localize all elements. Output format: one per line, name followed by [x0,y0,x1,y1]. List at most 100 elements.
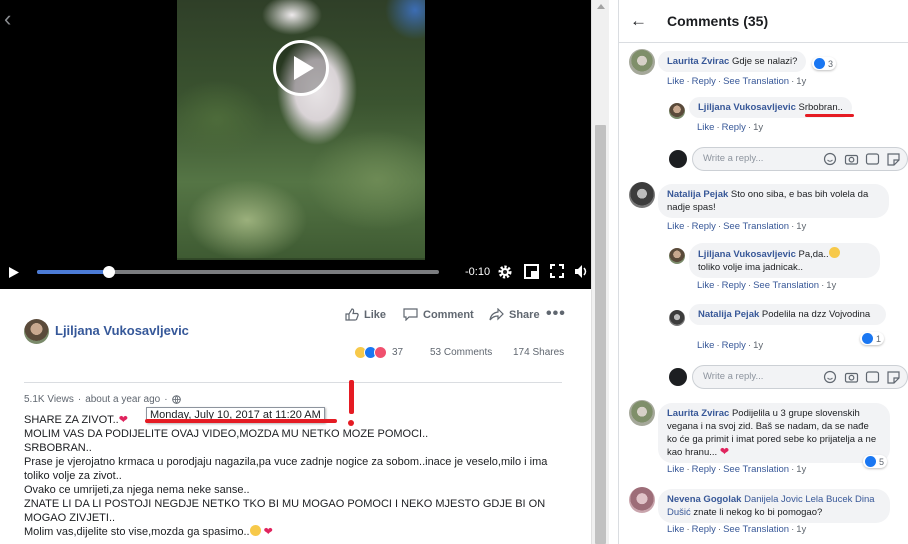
post-meta: 5.1K Views · about a year ago · [24,394,181,405]
avatar[interactable] [629,49,655,75]
comment-like-count[interactable]: 3 [812,57,837,70]
commenter-name[interactable]: Laurita Zvirac [667,56,729,67]
shares-count[interactable]: 174 Shares [513,347,564,358]
time-remaining: -0:10 [465,266,491,278]
reply-placeholder: Write a reply... [703,153,764,164]
emoji-icon[interactable] [823,370,838,384]
see-translation-link[interactable]: See Translation [723,76,789,87]
reply-bubble: Ljiljana Vukosavljevic Pa,da.. toliko vo… [689,243,880,278]
comment-like-count[interactable]: 5 [863,455,888,468]
progress-bar[interactable] [37,266,439,278]
commenter-name[interactable]: Natalija Pejak [667,189,728,200]
comments-count[interactable]: 53 Comments [430,347,492,358]
like-link[interactable]: Like [667,524,684,535]
reply-link[interactable]: Reply [692,464,716,475]
scrollbar[interactable] [591,0,609,544]
settings-icon[interactable] [497,264,513,280]
screen: ‹ -0:10 Ljiljana Vukosavljevic Like Comm… [0,0,908,544]
avatar[interactable] [629,400,655,426]
comment-text: toliko volje ima jadnicak.. [698,262,804,273]
share-icon [489,308,504,321]
post-timestamp[interactable]: about a year ago [85,394,160,405]
commenter-name[interactable]: Laurita Zvirac [667,408,729,419]
volume-icon[interactable] [574,264,590,279]
progress-handle[interactable] [103,266,116,278]
like-reaction-icon [814,58,825,69]
video-frame [177,0,425,260]
comment-actions: Like · Reply · See Translation · 1y [667,524,807,535]
see-translation-link[interactable]: See Translation [723,221,789,232]
post-line: SRBOBRAN.. [24,442,92,454]
reply-input[interactable]: Write a reply... [692,147,908,171]
love-reaction-icon [374,346,387,359]
like-button[interactable]: Like [345,308,386,321]
comment-like-count[interactable]: 1 [860,332,885,345]
share-button[interactable]: Share [489,308,540,321]
reply-link[interactable]: Reply [692,76,716,87]
more-options-icon[interactable]: ••• [546,305,566,323]
comment-actions: Like · Reply · See Translation · 1y [667,221,807,232]
avatar[interactable] [669,103,685,119]
comments-panel: ← Comments (35) Laurita Zvirac Gdje se n… [618,0,908,544]
gif-icon[interactable] [865,152,880,166]
reply-link[interactable]: Reply [722,340,746,351]
commenter-name[interactable]: Ljiljana Vukosavljevic [698,249,796,260]
avatar[interactable] [629,487,655,513]
reactions-count: 37 [392,347,404,358]
camera-icon[interactable] [844,370,859,384]
heart-emoji-icon: ❤ [263,526,273,538]
video-controls: -0:10 [0,258,591,289]
avatar[interactable] [669,310,685,326]
like-link[interactable]: Like [697,280,714,291]
see-translation-link[interactable]: See Translation [753,280,819,291]
commenter-name[interactable]: Ljiljana Vukosavljevic [698,102,796,113]
see-translation-link[interactable]: See Translation [723,464,789,475]
commenter-name[interactable]: Natalija Pejak [698,309,759,320]
picture-in-picture-icon[interactable] [524,264,539,279]
comment-button[interactable]: Comment [403,308,474,321]
video-player[interactable]: ‹ -0:10 [0,0,591,289]
reply-link[interactable]: Reply [692,524,716,535]
red-exclamation-annotation [349,380,354,414]
comment-time: 1y [796,221,807,232]
reply-link[interactable]: Reply [722,280,746,291]
sticker-icon[interactable] [886,152,901,166]
avatar[interactable] [24,319,49,344]
like-link[interactable]: Like [697,122,714,133]
play-button[interactable] [273,40,329,96]
scrollbar-thumb[interactable] [595,125,606,544]
like-link[interactable]: Like [667,464,684,475]
comments-header: ← Comments (35) [619,0,908,43]
reply-placeholder: Write a reply... [703,371,764,382]
reply-link[interactable]: Reply [722,122,746,133]
comment-text: znate li nekog ko bi pomogao? [693,507,823,518]
scroll-up-arrow-icon[interactable] [597,4,605,9]
previous-arrow-icon[interactable]: ‹ [4,8,11,30]
sad-emoji-icon [828,247,840,258]
heart-emoji-icon: ❤ [719,446,730,458]
comments-title: Comments (35) [667,13,769,29]
divider [24,382,562,383]
commenter-name[interactable]: Nevena Gogolak [667,494,741,505]
fullscreen-icon[interactable] [550,264,564,278]
post-line: Molim vas,dijelite sto vise,mozda ga spa… [24,525,273,538]
like-reaction-icon [862,333,873,344]
reactions-summary[interactable]: 37 [354,346,403,359]
comment-text: Gdje se nalazi? [731,56,798,67]
reply-link[interactable]: Reply [692,221,716,232]
gif-icon[interactable] [865,370,880,384]
sticker-icon[interactable] [886,370,901,384]
like-link[interactable]: Like [697,340,714,351]
reply-input[interactable]: Write a reply... [692,365,908,389]
play-icon[interactable] [8,266,20,279]
avatar[interactable] [669,248,685,264]
like-link[interactable]: Like [667,221,684,232]
author-name[interactable]: Ljiljana Vukosavljevic [55,323,189,338]
post-line: ZNATE LI DA LI POSTOJI NEGDJE NETKO TKO … [24,498,546,524]
back-arrow-icon[interactable]: ← [630,12,647,29]
emoji-icon[interactable] [823,152,838,166]
avatar[interactable] [629,182,655,208]
like-link[interactable]: Like [667,76,684,87]
see-translation-link[interactable]: See Translation [723,524,789,535]
camera-icon[interactable] [844,152,859,166]
